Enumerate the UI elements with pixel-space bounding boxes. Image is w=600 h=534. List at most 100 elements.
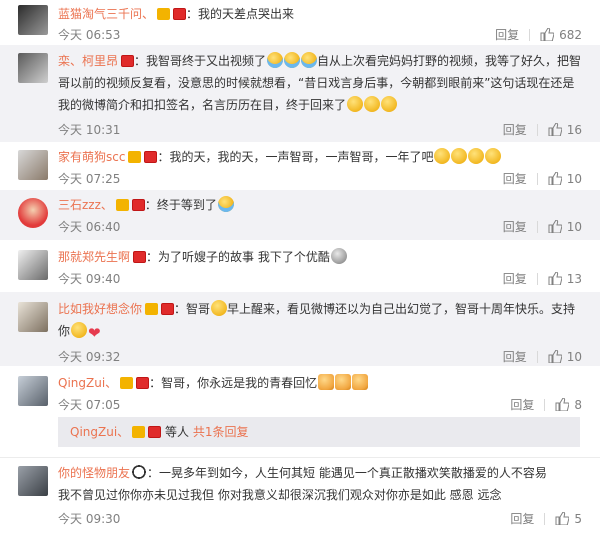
like-count: 13 (566, 272, 582, 286)
comment-username[interactable]: 比如我好想念你 (58, 302, 142, 316)
comment-time: 今天 09:40 (58, 272, 121, 286)
sad-emoji-icon (364, 96, 381, 112)
reply-button[interactable]: 回复 (510, 509, 534, 529)
reply-button[interactable]: 回复 (503, 347, 527, 367)
fist-emoji-icon (335, 374, 352, 390)
crying-emoji-icon (301, 52, 318, 68)
avatar[interactable] (18, 250, 48, 280)
sad-emoji-icon (468, 148, 485, 164)
divider (536, 221, 538, 233)
comment-time: 今天 07:05 (58, 398, 121, 412)
divider (529, 29, 531, 41)
reply-button[interactable]: 回复 (503, 269, 527, 289)
divider (544, 513, 546, 525)
like-count: 5 (574, 512, 582, 526)
comment-text: ：智哥 (174, 302, 211, 316)
thumbs-up-icon (548, 172, 562, 185)
smirk-emoji-icon (211, 300, 228, 316)
comment-text: ：我的天，我的天，一声智哥，一声智哥，一年了吧 (157, 150, 434, 164)
comment-username[interactable]: 蓝猫淘气三千问、 (58, 7, 154, 21)
comment-username[interactable]: 栾、柯里昂 (58, 54, 118, 68)
like-count: 10 (566, 172, 582, 186)
sad-emoji-icon (347, 96, 364, 112)
comment-username[interactable]: 你的怪物朋友 (58, 466, 130, 480)
avatar[interactable] (18, 302, 48, 332)
like-button[interactable]: 682 (540, 25, 582, 45)
crying-emoji-icon (284, 52, 301, 68)
comment-text-continued: 我不曾见过你你亦未见过我但 你对我意义却很深沉我们观众对你亦是如此 感恩 远念 (58, 488, 502, 502)
sad-emoji-icon (434, 148, 451, 164)
member-badge-icon (144, 151, 158, 163)
like-button[interactable]: 10 (548, 169, 582, 189)
divider (536, 124, 538, 136)
comment-text: ：我智哥终于又出视频了 (134, 54, 267, 68)
comment-item: 三石zzz、 ：终于等到了 今天 06:40 回复 10 (0, 190, 600, 240)
reply-button[interactable]: 回复 (503, 120, 527, 140)
thumbs-up-icon (540, 28, 555, 41)
comment-item: 那就郑先生啊 ：为了听嫂子的故事 我下了个优酷 今天 09:40 回复 13 (0, 240, 600, 292)
reply-summary-text: 等人 (165, 425, 190, 439)
thumbs-up-icon (555, 512, 570, 525)
like-button[interactable]: 16 (548, 120, 582, 140)
crying-emoji-icon (267, 52, 284, 68)
divider (544, 399, 546, 411)
sad-emoji-icon (381, 96, 398, 112)
member-badge-icon (121, 55, 135, 67)
comment-username[interactable]: 那就郑先生啊 (58, 250, 130, 264)
avatar[interactable] (18, 198, 48, 228)
divider (536, 351, 538, 363)
reply-username[interactable]: QingZui、 (70, 425, 129, 439)
vip-badge-icon (115, 199, 129, 211)
vip-badge-icon (120, 377, 134, 389)
like-button[interactable]: 5 (555, 509, 582, 529)
comment-username[interactable]: 家有萌狗scc (58, 150, 125, 164)
comment-item: 栾、柯里昂 ：我智哥终于又出视频了 自从上次看完妈妈打野的视频，我等了好久，把智哥以… (0, 45, 600, 142)
like-count: 8 (574, 398, 582, 412)
thumbs-up-icon (555, 398, 570, 411)
comment-username[interactable]: QingZui、 (58, 376, 117, 390)
comment-text: ：智哥，你永远是我的青春回忆 (149, 376, 318, 390)
cool-face-emoji-icon (330, 248, 347, 264)
comment-text: ：为了听嫂子的故事 我下了个优酷 (146, 250, 330, 264)
avatar[interactable] (18, 5, 48, 35)
hug-emoji-icon (71, 322, 88, 338)
reply-button[interactable]: 回复 (510, 395, 534, 415)
like-count: 10 (566, 220, 582, 234)
comment-item: 蓝猫淘气三千问、 ：我的天差点哭出来 今天 06:53 回复 682 (0, 0, 600, 45)
member-badge-icon (131, 199, 145, 211)
comment-time: 今天 09:30 (58, 512, 121, 526)
avatar[interactable] (18, 53, 48, 83)
panda-emoji-icon (131, 464, 148, 480)
like-button[interactable]: 13 (548, 269, 582, 289)
like-count: 682 (559, 28, 582, 42)
crying-emoji-icon (217, 196, 234, 212)
comment-time: 今天 06:53 (58, 28, 121, 42)
reply-button[interactable]: 回复 (495, 25, 519, 45)
member-badge-icon (136, 377, 150, 389)
avatar[interactable] (18, 376, 48, 406)
thumbs-up-icon (548, 220, 562, 233)
like-button[interactable]: 8 (555, 395, 582, 415)
comment-username[interactable]: 三石zzz、 (58, 198, 113, 212)
view-replies-link[interactable]: 共1条回复 (193, 425, 249, 439)
member-badge-icon (133, 251, 147, 263)
reply-summary-row: QingZui、 等人 共1条回复 (58, 417, 580, 447)
avatar[interactable] (18, 466, 48, 496)
sad-emoji-icon (485, 148, 502, 164)
member-badge-icon (148, 426, 162, 438)
like-button[interactable]: 10 (548, 347, 582, 367)
reply-button[interactable]: 回复 (503, 169, 527, 189)
fist-emoji-icon (318, 374, 335, 390)
reply-button[interactable]: 回复 (503, 217, 527, 237)
fist-emoji-icon (352, 374, 369, 390)
comment-item: 家有萌狗scc ：我的天，我的天，一声智哥，一声智哥，一年了吧 今天 07:25 … (0, 142, 600, 190)
comment-time: 今天 09:32 (58, 350, 121, 364)
avatar[interactable] (18, 150, 48, 180)
thumbs-up-icon (548, 350, 562, 363)
comment-item: 你的怪物朋友 ：一晃多年到如今，人生何其短 能遇见一个真正散播欢笑散播爱的人不容易… (0, 457, 600, 534)
vip-badge-icon (145, 303, 159, 315)
thumbs-up-icon (548, 272, 562, 285)
member-badge-icon (173, 8, 187, 20)
like-button[interactable]: 10 (548, 217, 582, 237)
comment-text: ：一晃多年到如今，人生何其短 能遇见一个真正散播欢笑散播爱的人不容易 (147, 466, 547, 480)
